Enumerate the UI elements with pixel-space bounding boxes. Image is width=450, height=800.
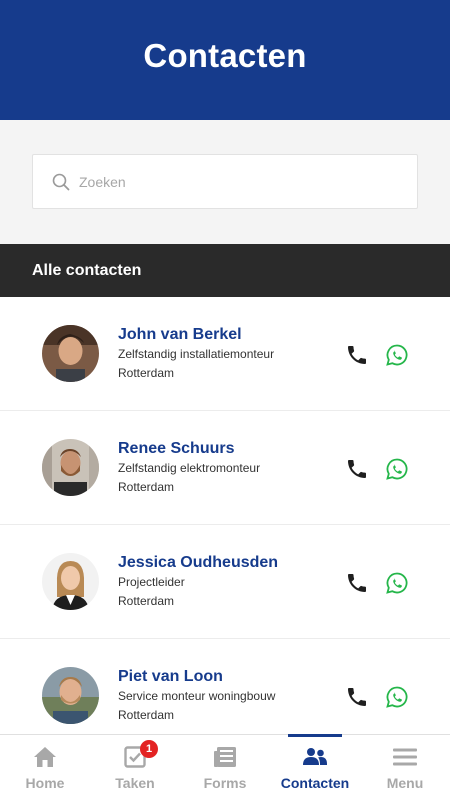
menu-icon [393,748,417,766]
tab-home[interactable]: Home [0,735,90,800]
contacts-icon [303,748,327,765]
contact-info: Jessica Oudheusden Projectleider Rotterd… [118,553,278,611]
contact-role: Zelfstandig elektromonteur [118,461,261,475]
contact-role: Service monteur woningbouw [118,689,276,703]
section-title: Alle contacten [32,261,142,279]
contact-city: Rotterdam [118,594,175,608]
tab-menu[interactable]: Menu [360,735,450,800]
avatar [42,553,99,610]
tab-contacten[interactable]: Contacten [270,734,360,800]
tab-taken[interactable]: 1 Taken [90,735,180,800]
tab-forms[interactable]: Forms [180,735,270,800]
page-title: Contacten [143,37,307,74]
phone-icon[interactable] [345,343,369,367]
phone-icon[interactable] [345,685,369,709]
search-area [0,120,450,244]
tab-label: Contacten [280,775,350,791]
contact-row[interactable]: Piet van Loon Service monteur woningbouw… [0,639,450,734]
contact-row[interactable]: Renee Schuurs Zelfstandig elektromonteur… [0,411,450,525]
avatar [42,325,99,382]
tab-label: Forms [203,775,247,791]
search-input[interactable] [79,173,379,190]
contact-name: Piet van Loon [118,668,223,685]
app-header: Contacten [0,0,450,120]
contact-name: Jessica Oudheusden [118,554,279,571]
avatar [42,439,99,496]
contact-city: Rotterdam [118,480,175,494]
contact-name: John van Berkel [118,326,242,343]
contact-info: Piet van Loon Service monteur woningbouw… [118,667,275,725]
forms-icon [214,747,236,767]
whatsapp-icon[interactable] [385,571,409,595]
contact-name: Renee Schuurs [118,440,235,457]
contact-info: John van Berkel Zelfstandig installatiem… [118,325,274,383]
whatsapp-icon[interactable] [385,457,409,481]
avatar [42,667,99,724]
phone-icon[interactable] [345,571,369,595]
contact-row[interactable]: Jessica Oudheusden Projectleider Rotterd… [0,525,450,639]
contact-role: Zelfstandig installatiemonteur [118,347,275,361]
search-box[interactable] [32,154,418,209]
phone-icon[interactable] [345,457,369,481]
whatsapp-icon[interactable] [385,343,409,367]
contact-role: Projectleider [118,575,185,589]
home-icon [34,747,56,767]
tab-label: Taken [115,775,155,791]
section-header: Alle contacten [0,244,450,297]
whatsapp-icon[interactable] [385,685,409,709]
notification-badge: 1 [140,740,158,758]
contact-city: Rotterdam [118,708,175,722]
bottom-tab-bar: Home 1 Taken Forms Contacten Menu [0,734,450,800]
contact-list: John van Berkel Zelfstandig installatiem… [0,297,450,734]
contact-city: Rotterdam [118,366,175,380]
contact-info: Renee Schuurs Zelfstandig elektromonteur… [118,439,260,497]
search-icon [52,173,70,190]
tab-label: Home [25,775,65,791]
contact-row[interactable]: John van Berkel Zelfstandig installatiem… [0,297,450,411]
tab-label: Menu [386,775,424,791]
